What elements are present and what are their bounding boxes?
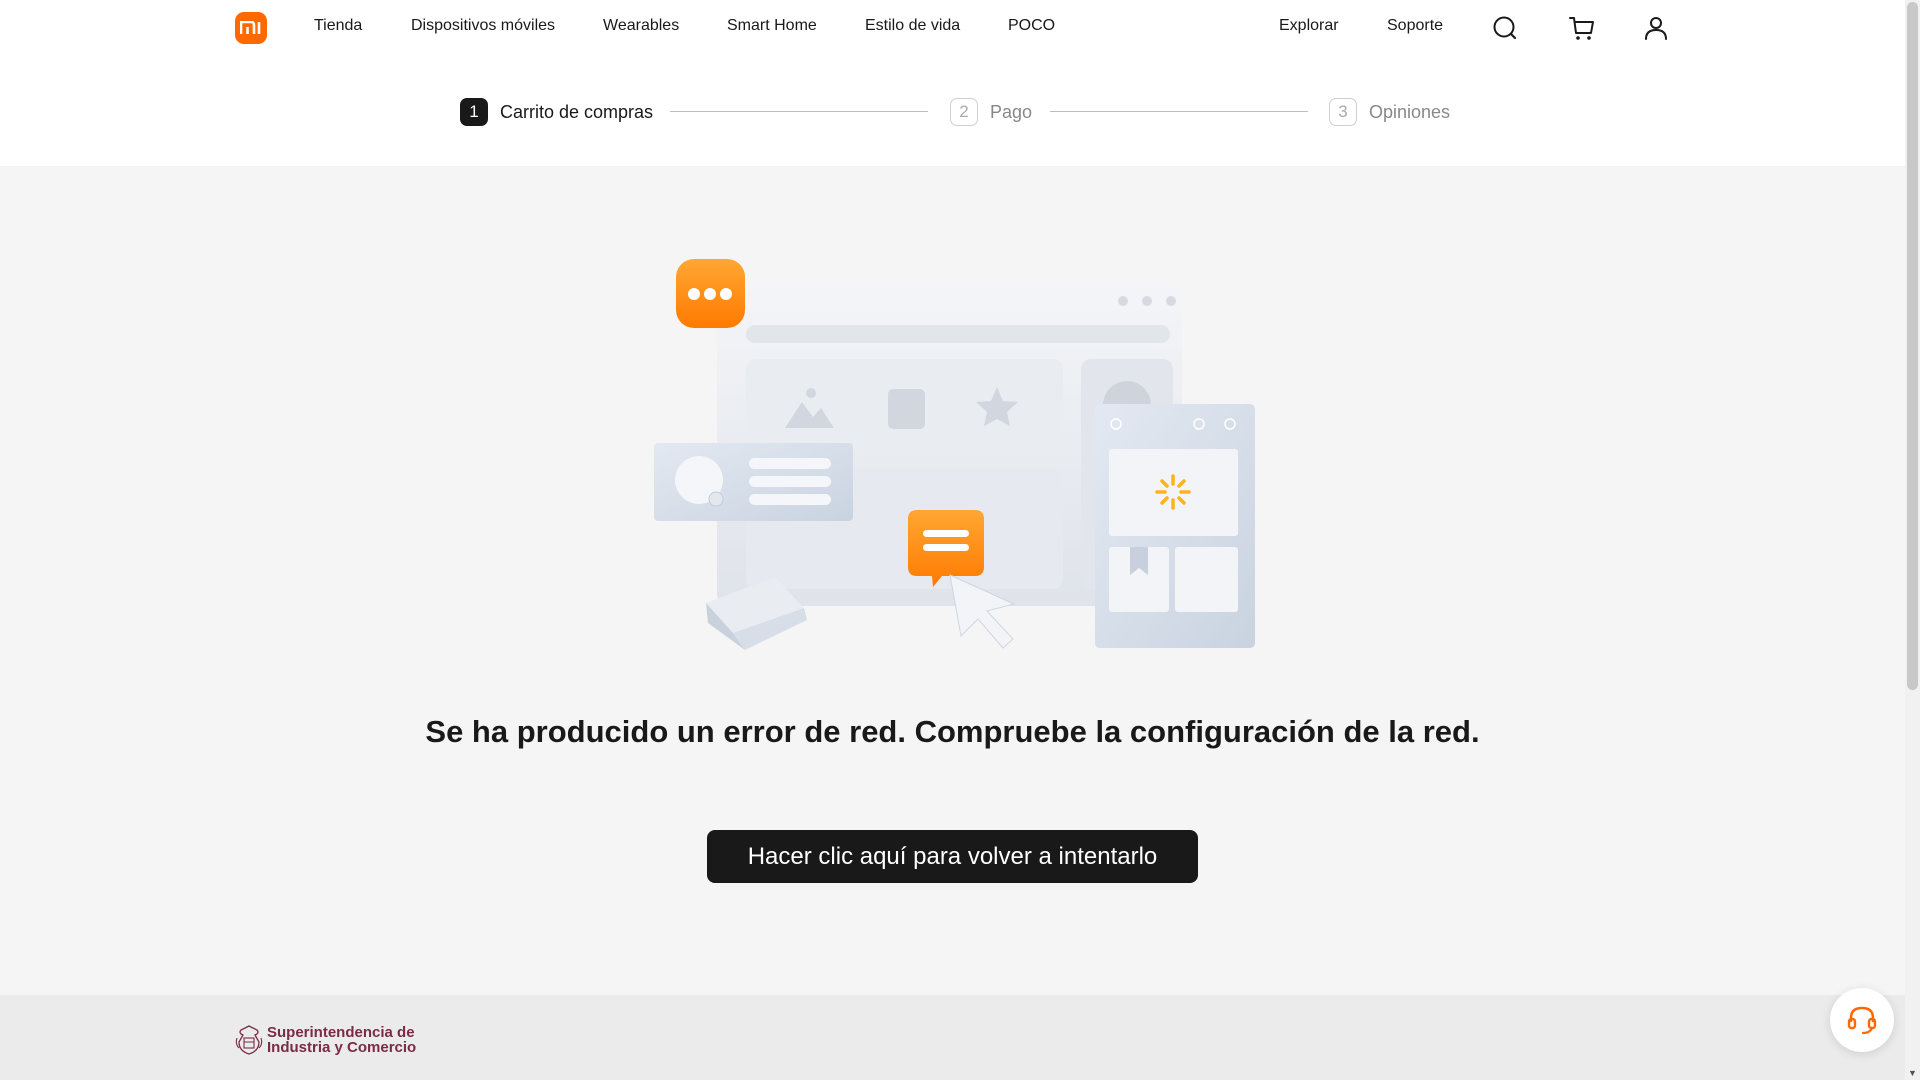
nav-tienda[interactable]: Tienda	[314, 17, 362, 35]
nav-explorar[interactable]: Explorar	[1279, 17, 1339, 35]
nav-wearables[interactable]: Wearables	[603, 17, 679, 35]
step-reviews: 3 Opiniones	[1329, 98, 1450, 126]
step-number: 1	[460, 98, 488, 126]
customer-support-button[interactable]	[1830, 988, 1894, 1052]
network-error-message: Se ha producido un error de red. Comprue…	[425, 714, 1480, 749]
nav-dispositivos-moviles[interactable]: Dispositivos móviles	[411, 17, 555, 35]
step-payment: 2 Pago	[950, 98, 1032, 126]
step-cart: 1 Carrito de compras	[460, 98, 653, 126]
step-number: 3	[1329, 98, 1357, 126]
search-icon[interactable]	[1489, 12, 1521, 44]
scrollbar-thumb[interactable]	[1907, 2, 1918, 690]
step-label: Carrito de compras	[500, 101, 654, 122]
user-icon[interactable]	[1640, 12, 1672, 44]
cart-icon[interactable]	[1566, 12, 1598, 44]
nav-smart-home[interactable]: Smart Home	[727, 17, 817, 35]
xiaomi-logo[interactable]	[235, 12, 267, 44]
top-navigation: Tienda Dispositivos móviles Wearables Sm…	[0, 0, 1905, 56]
step-number: 2	[950, 98, 978, 126]
nav-estilo-de-vida[interactable]: Estilo de vida	[865, 17, 960, 35]
nav-soporte[interactable]: Soporte	[1387, 17, 1443, 35]
step-label: Pago	[990, 101, 1033, 122]
mi-logo-icon	[240, 21, 261, 34]
sic-line-2: Industria y Comercio	[267, 1039, 417, 1056]
sic-logo[interactable]: Superintendencia de Industria y Comercio	[235, 1024, 416, 1056]
step-connector	[670, 111, 928, 112]
sic-line-1: Superintendencia de	[267, 1024, 415, 1041]
network-error-illustration	[654, 259, 1255, 650]
nav-poco[interactable]: POCO	[1008, 17, 1055, 35]
step-label: Opiniones	[1369, 101, 1451, 122]
headset-icon	[1847, 1006, 1877, 1035]
step-connector	[1050, 111, 1308, 112]
colombia-shield-icon	[235, 1025, 263, 1055]
scroll-down-arrow-icon[interactable]: ▼	[1905, 1066, 1920, 1080]
retry-button[interactable]: Hacer clic aquí para volver a intentarlo	[707, 830, 1198, 883]
checkout-stepper: 1 Carrito de compras 2 Pago 3 Opiniones	[0, 56, 1905, 166]
